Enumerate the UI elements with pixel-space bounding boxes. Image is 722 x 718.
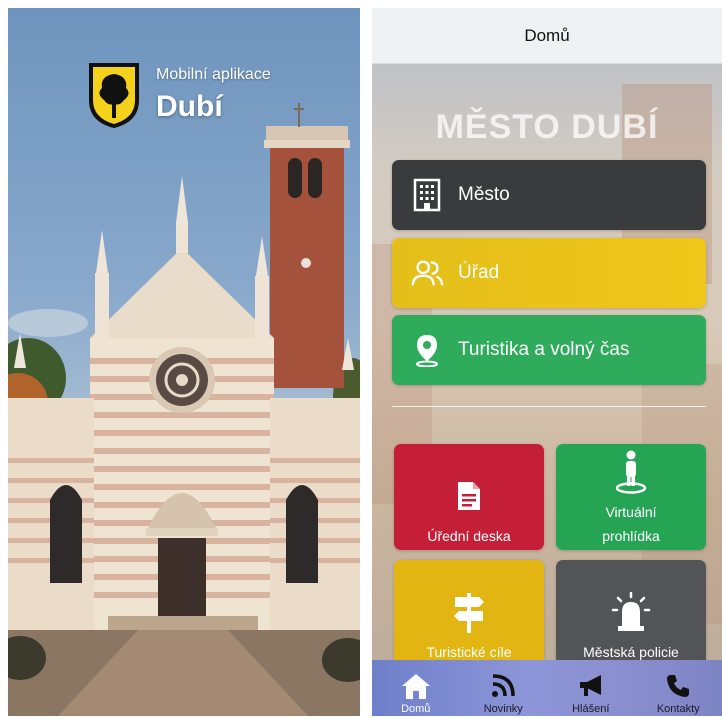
turisticke-cile-tile[interactable]: Turistické cíle bbox=[394, 560, 544, 666]
siren-icon bbox=[611, 590, 651, 634]
section-divider bbox=[392, 406, 706, 407]
home-icon bbox=[401, 671, 431, 701]
mesto-label: Město bbox=[458, 184, 510, 205]
nav-label-domu: Domů bbox=[401, 703, 431, 715]
uredni-deska-label: Úřední deska bbox=[427, 528, 511, 544]
top-bar: Domů bbox=[372, 8, 722, 64]
nav-item-novinky[interactable]: Novinky bbox=[460, 660, 548, 716]
phone-icon bbox=[666, 671, 690, 701]
bottom-navigation: Domů Novinky Hlášení Kontakty bbox=[372, 660, 722, 716]
document-icon bbox=[456, 474, 482, 518]
app-subtitle: Mobilní aplikace bbox=[156, 66, 271, 83]
app-title: Dubí bbox=[156, 90, 223, 123]
mesto-button[interactable]: Město bbox=[392, 160, 706, 230]
megaphone-icon bbox=[577, 671, 605, 701]
location-pin-icon bbox=[410, 333, 444, 367]
splash-brand: Mobilní aplikace Dubí bbox=[86, 60, 326, 130]
people-icon bbox=[410, 256, 444, 290]
virtualni-prohlidka-label: Virtuální prohlídka bbox=[602, 504, 660, 544]
nav-item-domu[interactable]: Domů bbox=[372, 660, 460, 716]
person-on-spot-icon bbox=[614, 450, 648, 494]
mestska-policie-tile[interactable]: Městská policie bbox=[556, 560, 706, 666]
home-screen: Domů MĚSTO DUBÍ Město Úřad Turistika a v… bbox=[372, 8, 722, 716]
rss-icon bbox=[491, 671, 515, 701]
page-title: Domů bbox=[524, 25, 570, 45]
nav-label-hlaseni: Hlášení bbox=[572, 703, 610, 715]
signpost-icon bbox=[451, 590, 487, 634]
city-title: MĚSTO DUBÍ bbox=[435, 108, 659, 146]
uredni-deska-tile[interactable]: Úřední deska bbox=[394, 444, 544, 550]
nav-label-kontakty: Kontakty bbox=[656, 703, 700, 715]
urad-button[interactable]: Úřad bbox=[392, 238, 706, 308]
urad-label: Úřad bbox=[458, 262, 500, 283]
town-crest-tree-icon bbox=[89, 63, 139, 128]
building-icon bbox=[410, 178, 444, 212]
turistika-button[interactable]: Turistika a volný čas bbox=[392, 315, 706, 385]
nav-item-hlaseni[interactable]: Hlášení bbox=[547, 660, 635, 716]
splash-screen: Mobilní aplikace Dubí bbox=[8, 8, 360, 716]
nav-item-kontakty[interactable]: Kontakty bbox=[635, 660, 722, 716]
turistika-label: Turistika a volný čas bbox=[458, 339, 630, 360]
virtualni-prohlidka-tile[interactable]: Virtuální prohlídka bbox=[556, 444, 706, 550]
nav-label-novinky: Novinky bbox=[483, 703, 523, 715]
